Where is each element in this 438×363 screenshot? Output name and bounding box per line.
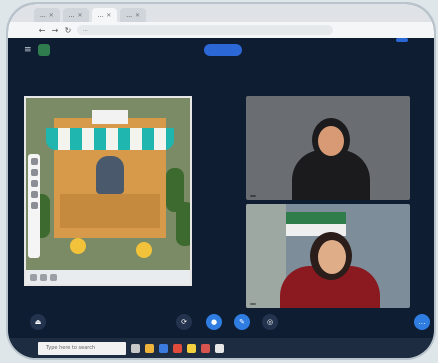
booth-counter bbox=[60, 194, 160, 228]
annotation-toolbar bbox=[28, 154, 40, 258]
app-icon[interactable] bbox=[215, 343, 224, 353]
address-bar: ← → ↻ ... bbox=[8, 22, 434, 38]
forward-icon[interactable]: → bbox=[51, 26, 59, 35]
taskbar-search[interactable]: Type here to search bbox=[38, 341, 126, 355]
plant-decoration bbox=[176, 202, 190, 246]
close-icon[interactable]: ✕ bbox=[78, 12, 83, 19]
flag-stripe bbox=[286, 212, 346, 224]
url-field[interactable]: ... bbox=[77, 25, 333, 35]
mail-icon[interactable] bbox=[159, 343, 168, 353]
monitor-frame: ... ✕ ... ✕ ... ✕ ... ✕ ← → ↻ ... ≡ ⏏ ⟳ … bbox=[8, 4, 434, 358]
tab-label: ... bbox=[97, 11, 104, 19]
camera-icon[interactable]: ● bbox=[206, 314, 222, 330]
reload-icon[interactable]: ↻ bbox=[64, 26, 72, 35]
share-screen-icon[interactable]: ⟳ bbox=[176, 314, 192, 330]
booth-awning bbox=[46, 128, 174, 150]
chrome-icon[interactable] bbox=[187, 343, 196, 353]
participant-tile[interactable] bbox=[246, 204, 410, 308]
tab-label: ... bbox=[40, 11, 46, 19]
browser-tabbar: ... ✕ ... ✕ ... ✕ ... ✕ bbox=[8, 4, 434, 22]
eraser-icon[interactable] bbox=[30, 180, 38, 187]
windows-taskbar: Type here to search bbox=[8, 338, 434, 358]
pointer-icon[interactable] bbox=[30, 158, 38, 165]
pen-icon[interactable] bbox=[30, 169, 38, 176]
tab-label: ... bbox=[68, 11, 75, 19]
app-logo bbox=[38, 44, 50, 56]
sunflower-decoration bbox=[70, 238, 86, 254]
participant-name bbox=[250, 303, 256, 305]
zoom-in-icon[interactable] bbox=[50, 273, 57, 281]
raise-hand-icon[interactable]: ◎ bbox=[262, 314, 278, 330]
meeting-controls: ⏏ ⟳ ● ✎ ◎ … bbox=[8, 308, 434, 334]
participant-face bbox=[318, 240, 346, 274]
text-icon[interactable] bbox=[30, 191, 38, 198]
menu-icon[interactable]: ≡ bbox=[24, 45, 32, 55]
back-icon[interactable]: ← bbox=[38, 26, 46, 35]
browser-tab[interactable]: ... ✕ bbox=[120, 8, 147, 22]
child-figure bbox=[96, 156, 124, 194]
fit-icon[interactable] bbox=[30, 273, 37, 281]
booth-sign bbox=[92, 110, 128, 124]
share-bottom-bar bbox=[26, 270, 190, 284]
leave-icon[interactable]: ⏏ bbox=[30, 314, 46, 330]
microphone-icon[interactable]: ✎ bbox=[234, 314, 250, 330]
browser-tab[interactable]: ... ✕ bbox=[62, 8, 89, 22]
task-view-icon[interactable] bbox=[131, 343, 140, 353]
more-options-icon[interactable]: … bbox=[414, 314, 430, 330]
app-icon[interactable] bbox=[201, 343, 210, 353]
file-explorer-icon[interactable] bbox=[145, 343, 154, 353]
participant-name bbox=[250, 195, 256, 197]
close-icon[interactable]: ✕ bbox=[106, 12, 111, 19]
meeting-header: ≡ bbox=[8, 38, 434, 62]
close-icon[interactable]: ✕ bbox=[135, 12, 140, 19]
zoom-out-icon[interactable] bbox=[40, 273, 47, 281]
record-button[interactable] bbox=[204, 44, 242, 56]
browser-tab-active[interactable]: ... ✕ bbox=[91, 8, 118, 22]
sunflower-decoration bbox=[136, 242, 152, 258]
shape-icon[interactable] bbox=[30, 202, 38, 209]
screen-share-panel bbox=[24, 96, 192, 286]
participant-face bbox=[318, 126, 344, 156]
chat-badge[interactable] bbox=[396, 38, 408, 42]
participant-tile[interactable] bbox=[246, 96, 410, 200]
app-icon[interactable] bbox=[173, 343, 182, 353]
close-icon[interactable]: ✕ bbox=[49, 12, 54, 19]
browser-tab[interactable]: ... ✕ bbox=[34, 8, 60, 22]
tab-label: ... bbox=[126, 11, 133, 19]
